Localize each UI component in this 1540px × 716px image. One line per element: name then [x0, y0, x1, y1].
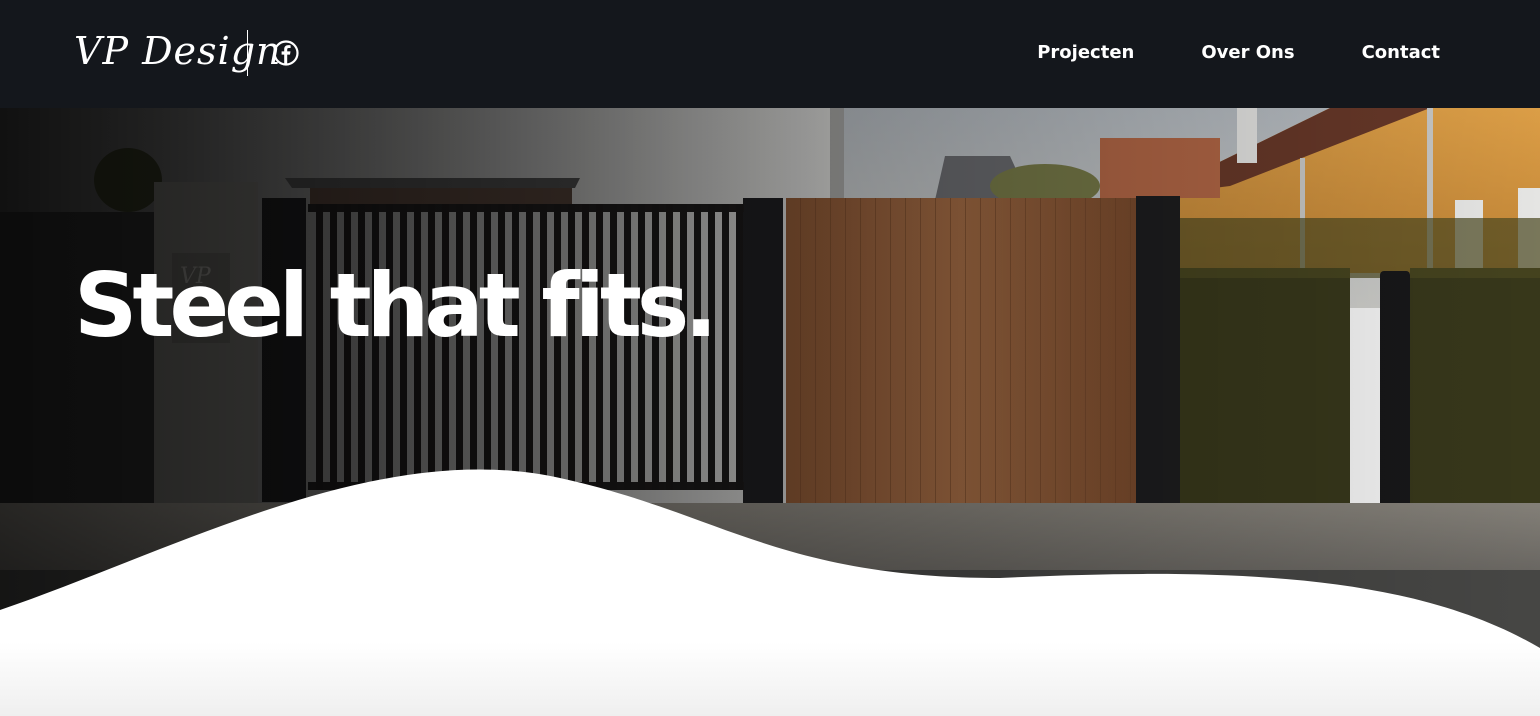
facebook-icon — [273, 40, 299, 66]
nav-over-ons[interactable]: Over Ons — [1201, 38, 1294, 68]
wave-divider — [0, 469, 1540, 716]
facebook-link[interactable] — [272, 39, 300, 67]
logo-divider — [247, 30, 248, 76]
site-header: VP Design Projecten Over Ons Contact — [0, 0, 1540, 108]
hero-section: VP Steel that fits. — [0, 108, 1540, 716]
logo[interactable]: VP Design — [74, 24, 281, 78]
main-nav: Projecten Over Ons Contact — [1037, 38, 1440, 68]
nav-projecten[interactable]: Projecten — [1037, 38, 1134, 68]
nav-contact[interactable]: Contact — [1362, 38, 1440, 68]
